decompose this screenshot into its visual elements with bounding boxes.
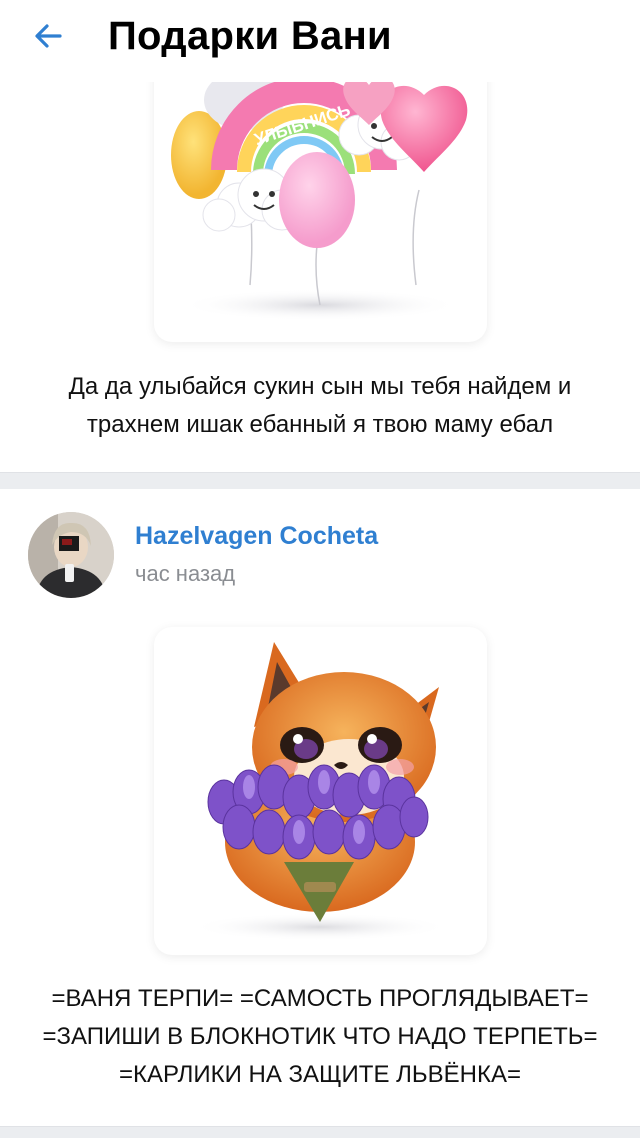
user-avatar-photo — [28, 512, 114, 598]
section-divider — [0, 1126, 640, 1138]
gift-message: =ВАНЯ ТЕРПИ= =САМОСТЬ ПРОГЛЯДЫВАЕТ= =ЗАП… — [42, 985, 598, 1088]
gift-image-card[interactable] — [154, 627, 487, 955]
post-timestamp: час назад — [135, 561, 236, 586]
balloons-sticker-image: УЛЫБНИСЬ — [171, 70, 468, 321]
fox-bouquet-sticker-image — [190, 642, 450, 941]
page-title: Подарки Вани — [108, 14, 392, 58]
top-app-bar: Подарки Вани — [0, 0, 640, 82]
author-name-link[interactable]: Hazelvagen Cocheta — [135, 522, 378, 551]
gift-image-card[interactable]: УЛЫБНИСЬ — [154, 60, 487, 342]
section-divider — [0, 472, 640, 489]
arrow-left-icon[interactable] — [30, 16, 70, 56]
avatar[interactable] — [28, 512, 114, 598]
gift-message: Да да улыбайся сукин сын мы тебя найдем … — [68, 373, 572, 438]
